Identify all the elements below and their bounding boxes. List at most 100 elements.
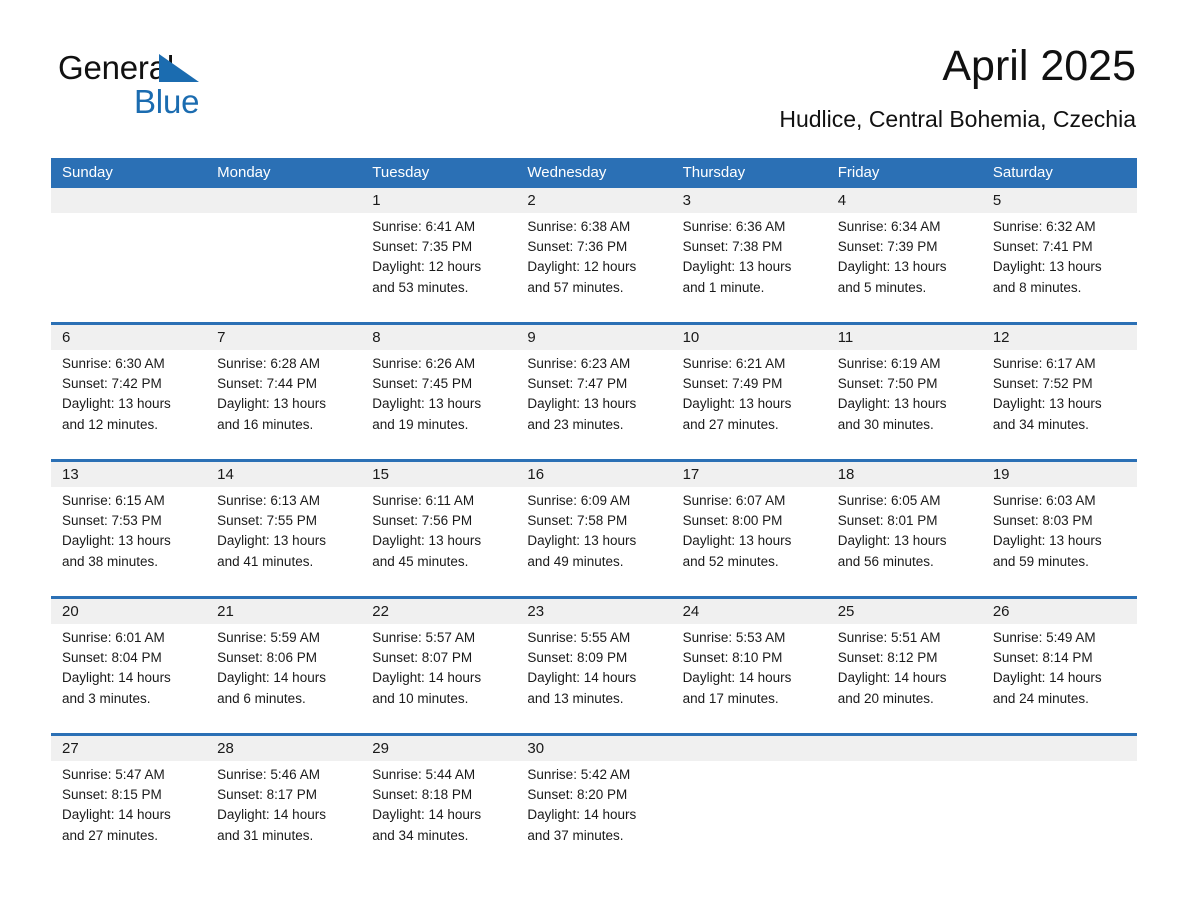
- calendar-day-cell[interactable]: 1 Sunrise: 6:41 AM Sunset: 7:35 PM Daylight…: [361, 188, 516, 302]
- calendar-day-cell[interactable]: 18 Sunrise: 6:05 AM Sunset: 8:01 PM Dayligh…: [827, 462, 982, 576]
- calendar-day-cell[interactable]: 23 Sunrise: 5:55 AM Sunset: 8:09 PM Dayligh…: [516, 599, 671, 713]
- calendar-day-cell[interactable]: 9 Sunrise: 6:23 AM Sunset: 7:47 PM Daylight…: [516, 325, 671, 439]
- sunrise-time: Sunrise: 5:55 AM: [527, 630, 631, 645]
- page-header: General Blue April 2025 Hudlice, Central…: [51, 40, 1136, 150]
- sunrise-time: Sunrise: 6:28 AM: [217, 356, 320, 371]
- calendar-day-cell[interactable]: 24 Sunrise: 5:53 AM Sunset: 8:10 PM Dayligh…: [672, 599, 827, 713]
- sunrise-time: Sunrise: 6:30 AM: [62, 356, 165, 371]
- daylight-duration-line1: Daylight: 13 hours: [682, 533, 792, 549]
- general-blue-logo[interactable]: General Blue: [58, 50, 318, 140]
- calendar-day-cell[interactable]: 22 Sunrise: 5:57 AM Sunset: 8:07 PM Dayligh…: [361, 599, 516, 713]
- calendar-day-cell[interactable]: 5 Sunrise: 6:32 AM Sunset: 7:41 PM Daylight…: [982, 188, 1137, 302]
- page-title: April 2025: [942, 42, 1136, 90]
- calendar-day-cell[interactable]: 25 Sunrise: 5:51 AM Sunset: 8:12 PM Dayligh…: [827, 599, 982, 713]
- calendar-day-cell[interactable]: 21 Sunrise: 5:59 AM Sunset: 8:06 PM Dayligh…: [206, 599, 361, 713]
- sunset-time: Sunset: 8:15 PM: [62, 787, 162, 803]
- sunrise-time: Sunrise: 5:49 AM: [992, 630, 1096, 645]
- sunrise-time: Sunrise: 5:46 AM: [217, 767, 320, 782]
- day-sun-info: Sunrise: 6:21 AM Sunset: 7:49 PM Daylight:…: [683, 354, 816, 435]
- calendar-week-cells: 20 Sunrise: 6:01 AM Sunset: 8:04 PM Dayligh…: [51, 599, 1137, 713]
- day-sun-info: Sunrise: 5:42 AM Sunset: 8:20 PM Daylight:…: [527, 765, 660, 846]
- calendar-day-cell[interactable]: 26 Sunrise: 5:49 AM Sunset: 8:14 PM Dayligh…: [982, 599, 1137, 713]
- sunrise-time: Sunrise: 5:42 AM: [527, 767, 631, 782]
- day-number: 27: [62, 740, 79, 757]
- calendar-day-cell[interactable]: 2 Sunrise: 6:38 AM Sunset: 7:36 PM Daylight…: [516, 188, 671, 302]
- daylight-duration-line1: Daylight: 13 hours: [372, 396, 482, 412]
- calendar-day-cell[interactable]: 17 Sunrise: 6:07 AM Sunset: 8:00 PM Dayligh…: [672, 462, 827, 576]
- calendar-day-cell[interactable]: 12 Sunrise: 6:17 AM Sunset: 7:52 PM Dayligh…: [982, 325, 1137, 439]
- day-number: 19: [992, 466, 1010, 483]
- sunrise-time: Sunrise: 6:17 AM: [992, 356, 1096, 371]
- daylight-duration-line2: and 10 minutes.: [372, 690, 469, 706]
- daylight-duration-line1: Daylight: 13 hours: [992, 533, 1102, 549]
- day-sun-info: Sunrise: 6:28 AM Sunset: 7:44 PM Daylight:…: [217, 354, 350, 435]
- sunrise-time: Sunrise: 6:23 AM: [527, 356, 631, 371]
- daylight-duration-line1: Daylight: 14 hours: [992, 670, 1102, 686]
- daylight-duration-line1: Daylight: 12 hours: [372, 259, 482, 275]
- calendar-day-cell[interactable]: 7 Sunrise: 6:28 AM Sunset: 7:44 PM Daylight…: [206, 325, 361, 439]
- calendar-day-cell[interactable]: 4 Sunrise: 6:34 AM Sunset: 7:39 PM Daylight…: [827, 188, 982, 302]
- day-sun-info: Sunrise: 5:57 AM Sunset: 8:07 PM Daylight:…: [372, 628, 505, 709]
- sunrise-time: Sunrise: 6:15 AM: [62, 493, 165, 508]
- daylight-duration-line2: and 52 minutes.: [682, 553, 779, 569]
- sunset-time: Sunset: 8:20 PM: [527, 787, 628, 803]
- calendar-day-cell[interactable]: 8 Sunrise: 6:26 AM Sunset: 7:45 PM Daylight…: [361, 325, 516, 439]
- daylight-duration-line1: Daylight: 13 hours: [682, 259, 792, 275]
- calendar-day-cell-empty: [672, 736, 827, 850]
- calendar-week-cells: 6 Sunrise: 6:30 AM Sunset: 7:42 PM Daylight…: [51, 325, 1137, 439]
- title-block: April 2025 Hudlice, Central Bohemia, Cze…: [779, 40, 1136, 134]
- calendar-day-cell[interactable]: 30 Sunrise: 5:42 AM Sunset: 8:20 PM Dayligh…: [516, 736, 671, 850]
- calendar-week-row: 13 Sunrise: 6:15 AM Sunset: 7:53 PM Dayligh…: [51, 459, 1137, 576]
- daylight-duration-line1: Daylight: 14 hours: [527, 807, 637, 823]
- sunset-time: Sunset: 7:38 PM: [682, 239, 783, 255]
- day-sun-info: Sunrise: 6:38 AM Sunset: 7:36 PM Daylight:…: [527, 217, 660, 298]
- calendar-day-cell[interactable]: 3 Sunrise: 6:36 AM Sunset: 7:38 PM Daylight…: [672, 188, 827, 302]
- calendar-day-cell[interactable]: 28 Sunrise: 5:46 AM Sunset: 8:17 PM Dayligh…: [206, 736, 361, 850]
- weekday-header-sunday: Sunday: [62, 164, 113, 181]
- week-spacer: [51, 713, 1137, 733]
- sunset-time: Sunset: 8:18 PM: [372, 787, 473, 803]
- daylight-duration-line2: and 30 minutes.: [837, 416, 934, 432]
- daylight-duration-line1: Daylight: 13 hours: [837, 533, 947, 549]
- sunrise-time: Sunrise: 6:09 AM: [527, 493, 631, 508]
- week-spacer: [51, 850, 1137, 870]
- daylight-duration-line2: and 23 minutes.: [527, 416, 624, 432]
- calendar-day-cell[interactable]: 13 Sunrise: 6:15 AM Sunset: 7:53 PM Dayligh…: [51, 462, 206, 576]
- day-number: 30: [527, 740, 545, 757]
- logo-word-blue: Blue: [134, 83, 200, 120]
- calendar-day-cell[interactable]: 29 Sunrise: 5:44 AM Sunset: 8:18 PM Dayligh…: [361, 736, 516, 850]
- calendar-day-cell[interactable]: 16 Sunrise: 6:09 AM Sunset: 7:58 PM Dayligh…: [516, 462, 671, 576]
- calendar-day-cell[interactable]: 27 Sunrise: 5:47 AM Sunset: 8:15 PM Dayligh…: [51, 736, 206, 850]
- day-number: 18: [837, 466, 855, 483]
- day-sun-info: Sunrise: 5:44 AM Sunset: 8:18 PM Daylight:…: [372, 765, 505, 846]
- calendar-day-cell[interactable]: 6 Sunrise: 6:30 AM Sunset: 7:42 PM Daylight…: [51, 325, 206, 439]
- day-sun-info: Sunrise: 6:17 AM Sunset: 7:52 PM Daylight:…: [993, 354, 1126, 435]
- day-sun-info: Sunrise: 6:19 AM Sunset: 7:50 PM Daylight:…: [838, 354, 971, 435]
- day-sun-info: Sunrise: 6:09 AM Sunset: 7:58 PM Daylight:…: [527, 491, 660, 572]
- sunrise-time: Sunrise: 5:53 AM: [682, 630, 786, 645]
- week-spacer: [51, 439, 1137, 459]
- daylight-duration-line2: and 13 minutes.: [527, 690, 624, 706]
- calendar-week-cells: 1 Sunrise: 6:41 AM Sunset: 7:35 PM Daylight…: [51, 188, 1137, 302]
- day-number: 3: [682, 192, 691, 209]
- calendar-day-cell[interactable]: 14 Sunrise: 6:13 AM Sunset: 7:55 PM Dayligh…: [206, 462, 361, 576]
- calendar-day-cell[interactable]: 15 Sunrise: 6:11 AM Sunset: 7:56 PM Dayligh…: [361, 462, 516, 576]
- daylight-duration-line1: Daylight: 14 hours: [62, 670, 171, 686]
- calendar-day-cell[interactable]: 20 Sunrise: 6:01 AM Sunset: 8:04 PM Dayligh…: [51, 599, 206, 713]
- daylight-duration-line1: Daylight: 13 hours: [992, 396, 1102, 412]
- daylight-duration-line2: and 5 minutes.: [837, 279, 927, 295]
- day-sun-info: Sunrise: 6:36 AM Sunset: 7:38 PM Daylight:…: [683, 217, 816, 298]
- sunrise-time: Sunrise: 5:51 AM: [837, 630, 941, 645]
- weekday-header-thursday: Thursday: [682, 164, 746, 181]
- day-sun-info: Sunrise: 6:15 AM Sunset: 7:53 PM Daylight:…: [62, 491, 195, 572]
- calendar-grid: Sunday Monday Tuesday Wednesday Thursday Frid…: [51, 158, 1137, 870]
- sunset-time: Sunset: 7:50 PM: [837, 376, 938, 392]
- calendar-day-cell[interactable]: 11 Sunrise: 6:19 AM Sunset: 7:50 PM Dayligh…: [827, 325, 982, 439]
- sunset-time: Sunset: 8:06 PM: [217, 650, 317, 666]
- calendar-day-cell[interactable]: 10 Sunrise: 6:21 AM Sunset: 7:49 PM Dayligh…: [672, 325, 827, 439]
- daylight-duration-line1: Daylight: 12 hours: [527, 259, 637, 275]
- calendar-day-cell[interactable]: 19 Sunrise: 6:03 AM Sunset: 8:03 PM Dayligh…: [982, 462, 1137, 576]
- day-sun-info: Sunrise: 6:26 AM Sunset: 7:45 PM Daylight:…: [372, 354, 505, 435]
- sunset-time: Sunset: 7:35 PM: [372, 239, 473, 255]
- daylight-duration-line2: and 27 minutes.: [62, 827, 159, 843]
